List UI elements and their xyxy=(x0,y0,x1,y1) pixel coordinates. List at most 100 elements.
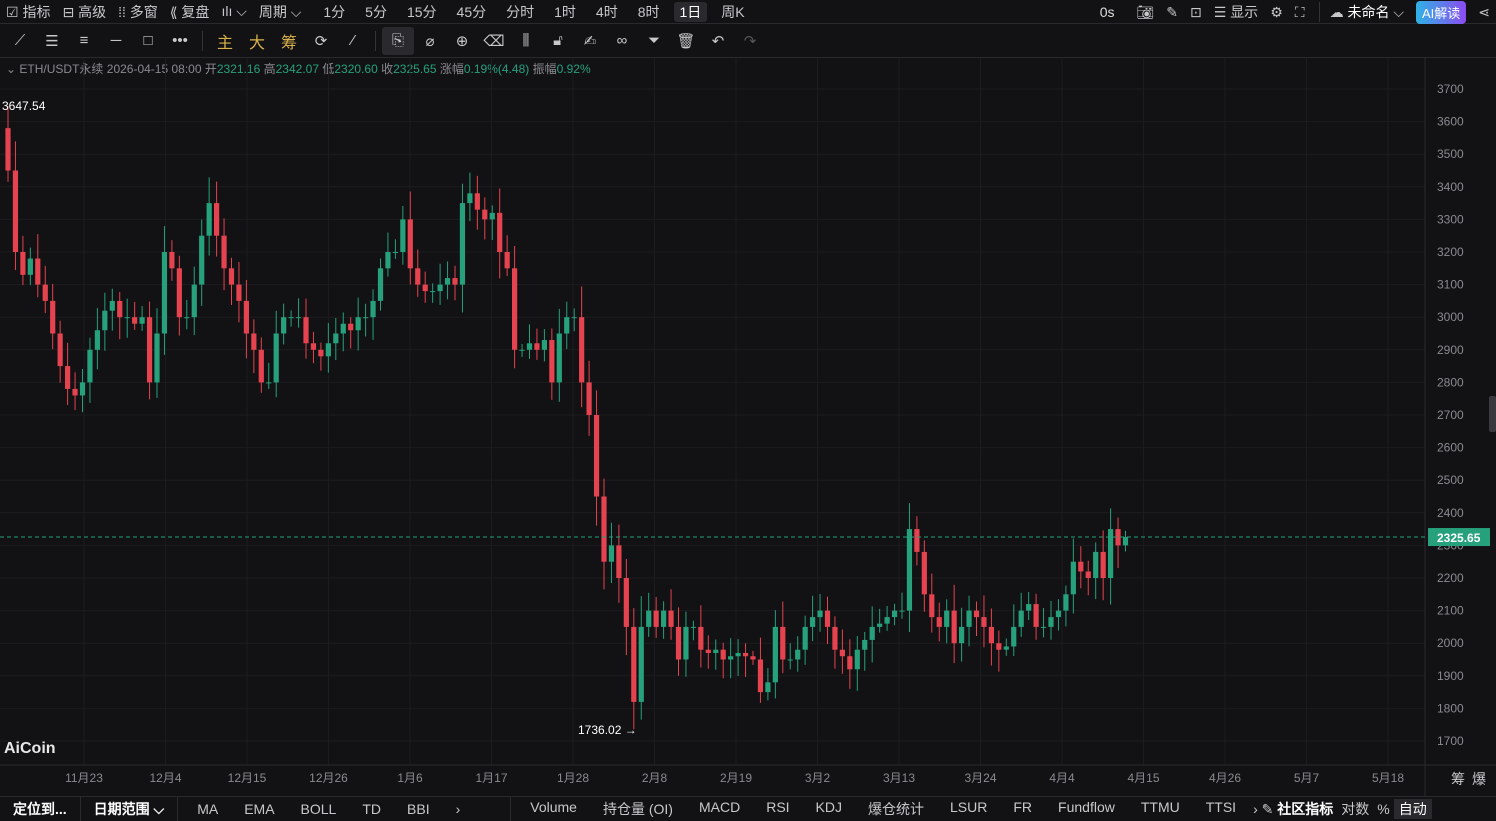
magnet-icon[interactable]: ⎘ xyxy=(382,26,414,55)
chip-button[interactable]: 筹 xyxy=(273,27,305,55)
y-tick-label: 2600 xyxy=(1437,441,1464,455)
main-indicator-ma[interactable]: MA xyxy=(184,801,231,817)
candle-body xyxy=(236,284,242,301)
candle-body xyxy=(467,193,473,204)
period-2[interactable]: 15分 xyxy=(401,2,443,22)
period-dropdown[interactable]: 周期 ⌵ xyxy=(253,2,308,22)
community-indicators-button[interactable]: › ✎ 社区指标 xyxy=(1249,799,1337,819)
camera-icon[interactable]: 📷︎ xyxy=(1130,4,1160,21)
brush-icon[interactable]: ⁄ xyxy=(337,27,369,55)
candle-icon[interactable]: ⫼ xyxy=(510,27,542,55)
candle-body xyxy=(579,317,585,383)
add-window-icon[interactable]: ⊡ xyxy=(1184,4,1208,21)
period-4[interactable]: 分时 xyxy=(500,2,540,22)
sub-indicator-2[interactable]: MACD xyxy=(686,799,753,819)
period-8[interactable]: 1日 xyxy=(673,1,708,22)
candle xyxy=(1108,508,1114,605)
candle xyxy=(951,584,957,664)
candle xyxy=(355,297,361,351)
sub-indicator-4[interactable]: KDJ xyxy=(803,799,855,819)
candle xyxy=(847,639,853,689)
hline-tool-icon[interactable]: ─ xyxy=(100,27,132,55)
period-3[interactable]: 45分 xyxy=(451,2,493,22)
sub-indicator-3[interactable]: RSI xyxy=(753,799,802,819)
chart-type-dropdown[interactable]: ılı ⌵ xyxy=(215,3,252,20)
candle xyxy=(638,596,644,720)
rect-tool-icon[interactable]: □ xyxy=(132,27,164,55)
layout-dropdown[interactable]: ☁ 未命名 ⌵ xyxy=(1318,2,1410,22)
candle-body xyxy=(936,617,942,627)
main-indicator-bbi[interactable]: BBI xyxy=(394,801,443,817)
share-icon[interactable]: ⋖ xyxy=(1472,4,1496,21)
candlestick-chart[interactable]: 1700180019002000210022002300240025002600… xyxy=(0,58,1496,796)
main-indicator-ema[interactable]: EMA xyxy=(231,801,287,817)
undo-icon[interactable]: ↶ xyxy=(702,27,734,55)
big-order-button[interactable]: 大 xyxy=(241,27,273,55)
settings-icon[interactable]: ⚙ xyxy=(1264,4,1289,21)
auto-scale-toggle[interactable]: 自动 xyxy=(1393,798,1432,819)
y-tick-label: 2700 xyxy=(1437,408,1464,422)
candle xyxy=(415,249,421,297)
period-6[interactable]: 4时 xyxy=(590,2,624,22)
filter-icon[interactable]: ⏷ xyxy=(638,27,670,55)
advanced-button[interactable]: ⊟ 高级 xyxy=(56,2,112,22)
period-0[interactable]: 1分 xyxy=(317,2,351,22)
lock-icon[interactable]: 🔓︎ xyxy=(542,27,574,55)
note-icon[interactable]: ✍ xyxy=(574,27,606,55)
log-scale-toggle[interactable]: 对数 xyxy=(1337,799,1373,819)
period-5[interactable]: 1时 xyxy=(548,2,582,22)
trash-icon[interactable]: 🗑︎ xyxy=(670,27,702,55)
redo-icon[interactable]: ↷ xyxy=(734,27,766,55)
candle xyxy=(191,266,197,336)
sub-indicator-9[interactable]: TTMU xyxy=(1128,799,1193,819)
candle-body xyxy=(817,610,823,618)
sync-icon[interactable]: ⟳ xyxy=(305,27,337,55)
candle-body xyxy=(1055,610,1062,618)
candle-body xyxy=(512,268,518,350)
candle xyxy=(750,650,756,665)
liquidation-toggle[interactable]: 爆 xyxy=(1472,771,1486,787)
chip-toggle[interactable]: 筹 xyxy=(1451,771,1465,787)
fib-tool-icon[interactable]: ≡ xyxy=(68,27,100,55)
pencil-icon[interactable]: ✎ xyxy=(1160,4,1184,21)
sub-indicator-0[interactable]: Volume xyxy=(517,799,590,819)
candle xyxy=(50,283,56,350)
percent-scale-toggle[interactable]: % xyxy=(1373,801,1393,817)
candle xyxy=(541,329,547,362)
sub-indicator-7[interactable]: FR xyxy=(1000,799,1045,819)
main-force-button[interactable]: 主 xyxy=(209,27,241,55)
display-button[interactable]: ☰ 显示 xyxy=(1208,2,1264,22)
line-tool-icon[interactable]: ⟋ xyxy=(4,27,36,55)
candle xyxy=(631,608,637,730)
replay-button[interactable]: ⟪ 复盘 xyxy=(164,2,216,22)
main-indicator-boll[interactable]: BOLL xyxy=(288,801,350,817)
zoom-icon[interactable]: ⊕ xyxy=(446,27,478,55)
candle xyxy=(593,390,600,526)
eraser-icon[interactable]: ⌫ xyxy=(478,27,510,55)
sub-indicator-10[interactable]: TTSI xyxy=(1193,799,1249,819)
candle xyxy=(459,183,466,313)
period-9[interactable]: 周K xyxy=(715,2,750,22)
multi-window-button[interactable]: ⁞⁞ 多窗 xyxy=(112,2,164,22)
candle-body xyxy=(295,317,302,319)
date-range-dropdown[interactable]: 日期范围 ⌵ xyxy=(81,799,178,819)
candle-body xyxy=(1070,561,1076,595)
more-tools-icon[interactable]: ••• xyxy=(164,27,196,55)
fullscreen-icon[interactable]: ⛶ xyxy=(1289,4,1311,21)
sub-indicator-8[interactable]: Fundflow xyxy=(1045,799,1128,819)
side-panel-handle[interactable] xyxy=(1489,396,1496,432)
main-indicator-td[interactable]: TD xyxy=(349,801,394,817)
locate-button[interactable]: 定位到... xyxy=(0,799,80,819)
indicators-button[interactable]: ☑ 指标 xyxy=(0,2,56,22)
sub-indicator-1[interactable]: 持仓量 (OI) xyxy=(590,799,686,819)
period-7[interactable]: 8时 xyxy=(632,2,666,22)
ruler-icon[interactable]: ⌀ xyxy=(414,27,446,55)
more-main-indicators[interactable]: › xyxy=(443,801,511,817)
ai-interpret-button[interactable]: AI解读 xyxy=(1415,0,1467,24)
parallel-tool-icon[interactable]: ☰ xyxy=(36,27,68,55)
sub-indicator-6[interactable]: LSUR xyxy=(937,799,1000,819)
sub-indicator-5[interactable]: 爆仓统计 xyxy=(855,799,937,819)
link-icon[interactable]: ∞ xyxy=(606,27,638,55)
period-1[interactable]: 5分 xyxy=(359,2,393,22)
candle xyxy=(564,301,570,349)
